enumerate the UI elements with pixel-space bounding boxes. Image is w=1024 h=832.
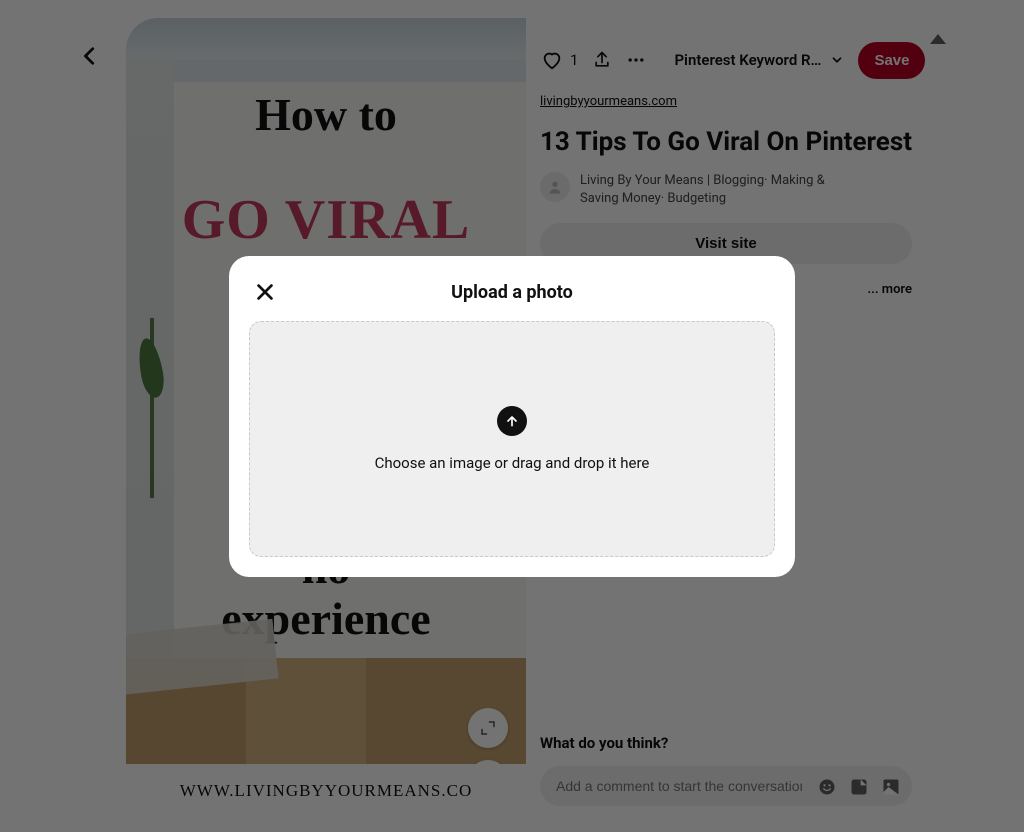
close-icon xyxy=(254,281,276,303)
upload-dropzone[interactable]: Choose an image or drag and drop it here xyxy=(249,321,775,557)
dropzone-text: Choose an image or drag and drop it here xyxy=(375,454,650,472)
modal-title: Upload a photo xyxy=(249,282,775,303)
modal-overlay[interactable]: Upload a photo Choose an image or drag a… xyxy=(0,0,1024,832)
upload-arrow-icon xyxy=(504,413,520,429)
upload-photo-modal: Upload a photo Choose an image or drag a… xyxy=(229,256,795,577)
modal-close-button[interactable] xyxy=(251,278,279,306)
upload-icon-circle xyxy=(497,406,527,436)
